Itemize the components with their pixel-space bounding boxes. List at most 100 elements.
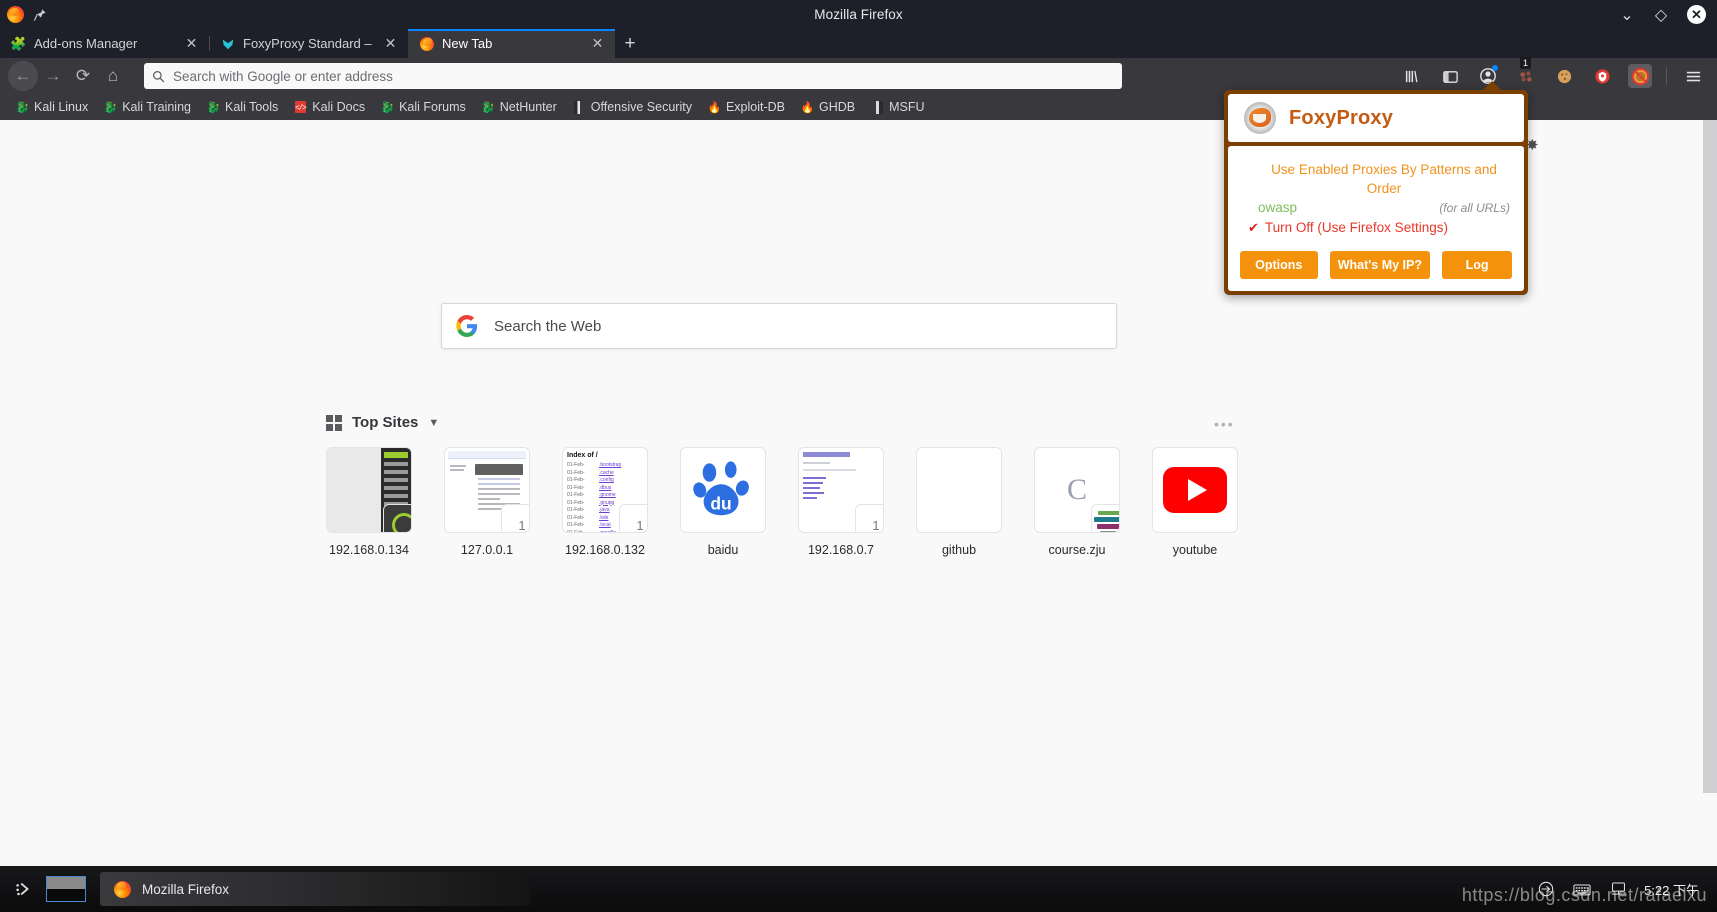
bookmark-label: MSFU <box>889 100 925 114</box>
tab-close-icon[interactable]: ✕ <box>382 35 399 52</box>
msfu-icon <box>871 100 884 114</box>
foxyproxy-actions: Options What's My IP? Log <box>1228 251 1524 279</box>
top-site-tile[interactable]: C course.zju <box>1034 447 1120 557</box>
tile-thumbnail: C <box>1034 447 1120 533</box>
chevron-down-icon[interactable]: ▼ <box>428 417 439 429</box>
foxyproxy-toolbar-icon[interactable] <box>1628 64 1652 88</box>
hamburger-menu-icon[interactable] <box>1681 64 1705 88</box>
url-bar[interactable]: Search with Google or enter address <box>144 63 1122 89</box>
top-sites-header[interactable]: Top Sites ▼ <box>326 414 439 431</box>
tile-badge-count: 1 <box>855 504 883 532</box>
bookmark-kali-tools[interactable]: 🐉 Kali Tools <box>199 96 286 118</box>
new-tab-button[interactable]: + <box>615 29 645 58</box>
bookmark-label: Kali Training <box>122 100 191 114</box>
navigation-toolbar: ← → ⟳ ⌂ Search with Google or enter addr… <box>0 57 1717 94</box>
desktop-taskbar: Mozilla Firefox 5:22 下午 <box>0 866 1717 912</box>
bookmark-nethunter[interactable]: 🐉 NetHunter <box>474 96 565 118</box>
tab-close-icon[interactable]: ✕ <box>589 35 606 52</box>
maximize-button[interactable]: ◇ <box>1653 7 1669 24</box>
whats-my-ip-button[interactable]: What's My IP? <box>1329 251 1431 279</box>
keyboard-icon[interactable] <box>1572 879 1592 899</box>
cookie-icon[interactable] <box>1552 64 1576 88</box>
tile-label: github <box>941 543 977 557</box>
page-scrollbar[interactable] <box>1703 120 1717 793</box>
google-icon <box>456 315 478 337</box>
forward-button[interactable]: → <box>38 61 68 91</box>
system-tray: 5:22 下午 <box>1536 879 1717 899</box>
tab-foxyproxy-standard[interactable]: FoxyProxy Standard – Get ✕ <box>209 29 408 58</box>
top-site-tile[interactable]: youtube <box>1152 447 1238 557</box>
proxy-mode-owasp[interactable]: owasp (for all URLs) <box>1228 198 1524 218</box>
foxyproxy-title: FoxyProxy <box>1289 106 1394 129</box>
bookmark-kali-docs[interactable]: </> Kali Docs <box>286 96 373 118</box>
tile-thumbnail <box>916 447 1002 533</box>
firefox-icon <box>419 36 434 51</box>
reload-button[interactable]: ⟳ <box>68 61 98 91</box>
exploitdb-icon: 🔥 <box>707 101 722 114</box>
top-site-tile[interactable]: 1 192.168.0.7 <box>798 447 884 557</box>
home-button[interactable]: ⌂ <box>98 61 128 91</box>
options-button[interactable]: Options <box>1240 251 1318 279</box>
tab-close-icon[interactable]: ✕ <box>183 35 200 52</box>
sidebar-icon[interactable] <box>1438 64 1462 88</box>
bookmark-offensive-security[interactable]: Offensive Security <box>565 96 700 118</box>
toolbar-icons: 1 <box>1400 57 1709 88</box>
proxy-mode-label: Use Enabled Proxies By Patterns and Orde… <box>1271 162 1497 196</box>
bookmark-label: GHDB <box>819 100 856 114</box>
proxy-mode-patterns[interactable]: Use Enabled Proxies By Patterns and Orde… <box>1228 160 1524 198</box>
tile-label: 192.168.0.7 <box>807 543 875 557</box>
bookmark-kali-training[interactable]: 🐉 Kali Training <box>96 96 199 118</box>
web-search-box[interactable]: Search the Web arrow-right-icon <box>441 303 1117 349</box>
bookmark-exploit-db[interactable]: 🔥 Exploit-DB <box>700 96 793 118</box>
top-site-tile[interactable]: du baidu <box>680 447 766 557</box>
bookmark-label: Kali Docs <box>312 100 366 114</box>
kali-dragon-icon: 🐉 <box>15 101 30 114</box>
network-icon[interactable] <box>1536 879 1556 899</box>
display-icon[interactable] <box>1608 879 1628 899</box>
kde-menu-icon[interactable] <box>0 880 46 898</box>
top-site-tile[interactable]: github <box>916 447 1002 557</box>
tile-favicon <box>1091 504 1119 532</box>
tile-favicon <box>383 504 411 532</box>
taskbar-window-label: Mozilla Firefox <box>142 881 230 897</box>
shield-red-icon[interactable] <box>1590 64 1614 88</box>
tile-label: 127.0.0.1 <box>460 543 514 557</box>
proxy-mode-note: (for all URLs) <box>1439 201 1510 215</box>
bookmark-kali-forums[interactable]: 🐉 Kali Forums <box>373 96 474 118</box>
top-site-tile[interactable]: Index of / 01-Feb- .bootstrap 01-Feb- .cac… <box>562 447 648 557</box>
tab-addons-manager[interactable]: 🧩 Add-ons Manager ✕ <box>0 29 209 58</box>
bookmark-kali-linux[interactable]: 🐉 Kali Linux <box>8 96 96 118</box>
library-icon[interactable] <box>1400 64 1424 88</box>
youtube-icon <box>1163 467 1227 513</box>
tile-label: youtube <box>1172 543 1218 557</box>
log-button[interactable]: Log <box>1442 251 1512 279</box>
toolbar-divider <box>1666 67 1667 85</box>
top-site-tile[interactable]: 192.168.0.134 <box>326 447 412 557</box>
puzzle-icon: 🧩 <box>10 35 27 51</box>
top-site-tile[interactable]: 1 127.0.0.1 <box>444 447 530 557</box>
bookmark-msfu[interactable]: MSFU <box>863 96 932 118</box>
extension-dots-icon[interactable]: 1 <box>1514 57 1538 88</box>
foxyproxy-popup: FoxyProxy Use Enabled Proxies By Pattern… <box>1224 81 1528 295</box>
offsec-icon <box>573 100 586 114</box>
minimize-button[interactable]: ⌄ <box>1619 7 1635 24</box>
ghdb-icon: 🔥 <box>800 101 815 114</box>
top-sites-menu-icon[interactable]: ••• <box>1214 416 1235 432</box>
gear-icon[interactable]: ✸ <box>1526 136 1539 154</box>
tab-strip: 🧩 Add-ons Manager ✕ FoxyProxy Standard –… <box>0 29 1717 58</box>
bookmark-label: Kali Linux <box>34 100 89 114</box>
kali-dragon-icon: 🐉 <box>481 101 496 114</box>
tile-badge-count: 1 <box>501 504 529 532</box>
baidu-logo-icon: du <box>681 448 765 532</box>
bookmark-label: Exploit-DB <box>725 100 785 114</box>
pager-icon[interactable] <box>46 876 86 902</box>
account-notification-dot <box>1492 65 1498 71</box>
bookmark-ghdb[interactable]: 🔥 GHDB <box>793 96 863 118</box>
proxy-mode-turn-off[interactable]: ✔ Turn Off (Use Firefox Settings) <box>1228 218 1524 237</box>
tab-label: FoxyProxy Standard – Get <box>243 36 374 51</box>
taskbar-window-firefox[interactable]: Mozilla Firefox <box>100 872 530 906</box>
tab-new-tab[interactable]: New Tab ✕ <box>408 29 615 58</box>
close-button[interactable]: ✕ <box>1687 5 1706 24</box>
foxyproxy-logo-icon <box>1244 102 1276 134</box>
back-button[interactable]: ← <box>8 61 38 91</box>
